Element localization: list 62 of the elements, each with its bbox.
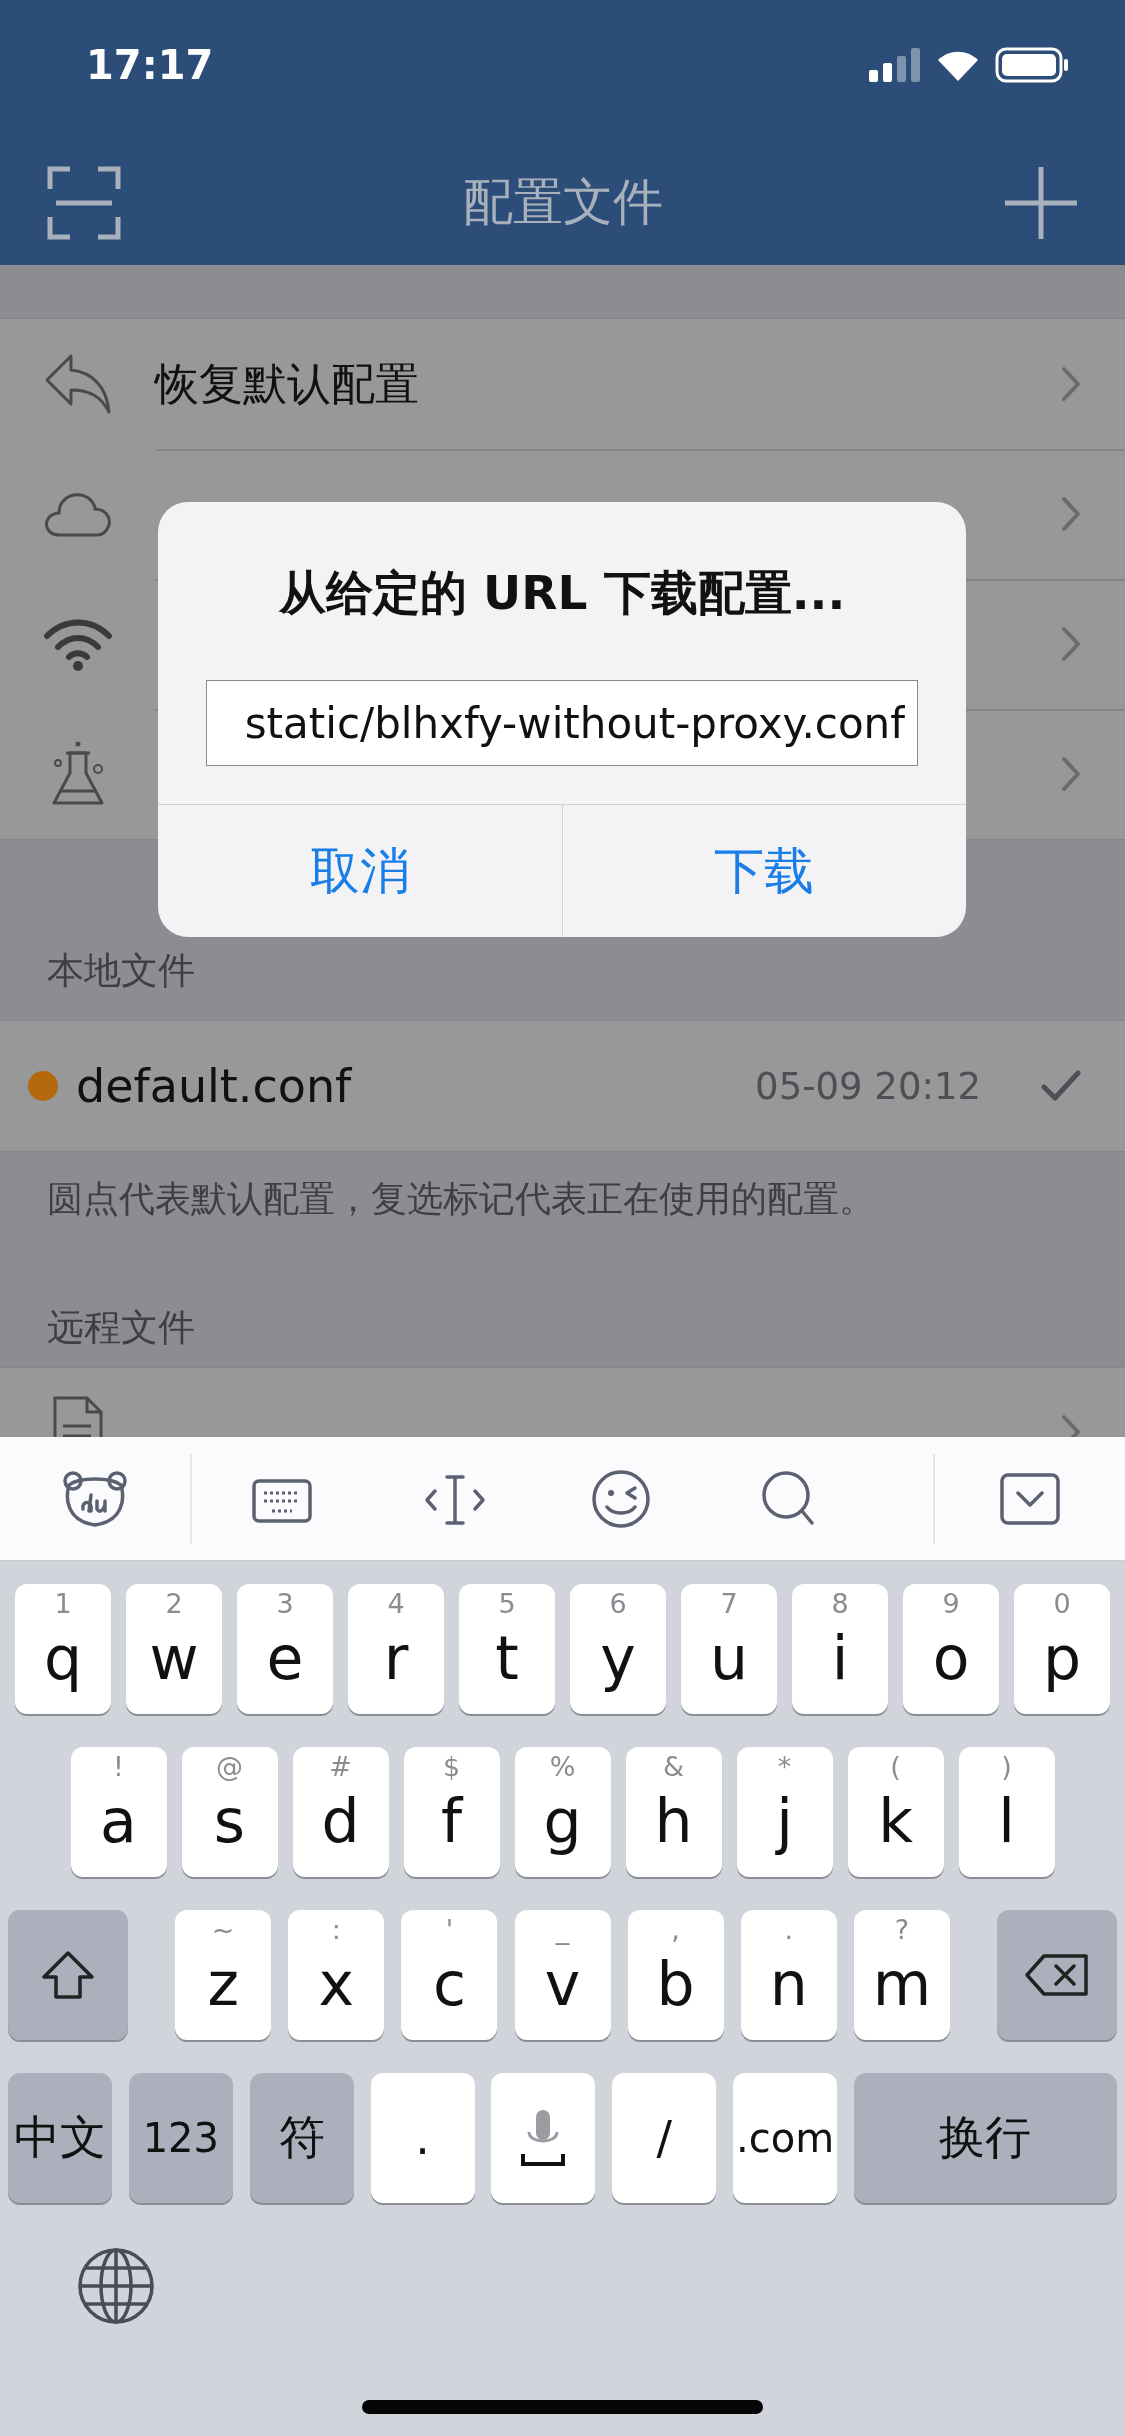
keyboard-key[interactable]: 换行	[853, 2073, 1117, 2203]
nav-title: 配置文件	[462, 172, 663, 233]
keyboard-key[interactable]: 9 o	[903, 1584, 999, 1714]
microphone-key[interactable]	[491, 2073, 596, 2203]
url-field[interactable]: static/blhxfy-without-proxy.conf	[206, 680, 918, 766]
keyboard-key[interactable]: .	[370, 2073, 475, 2203]
status-time: 17:17	[86, 42, 214, 88]
keyboard-key[interactable]: ~ z	[175, 1910, 272, 2040]
keyboard-key[interactable]: $ f	[403, 1747, 500, 1877]
keyboard-key[interactable]: , b	[627, 1910, 724, 2040]
file-name: default.conf	[76, 1059, 353, 1113]
keyboard-key[interactable]: : x	[288, 1910, 385, 2040]
keyboard-key[interactable]: 0 p	[1014, 1584, 1110, 1714]
keyboard-key[interactable]: # d	[292, 1747, 389, 1877]
battery-icon	[995, 47, 1069, 83]
keyboard-key[interactable]: 符	[249, 2073, 354, 2203]
keyboard-key[interactable]: 7 u	[681, 1584, 777, 1714]
keyboard-key[interactable]: ' c	[401, 1910, 498, 2040]
backspace-key[interactable]	[997, 1910, 1117, 2040]
keyboard-key[interactable]: ( k	[847, 1747, 944, 1877]
keyboard-key[interactable]: 6 y	[570, 1584, 666, 1714]
globe-icon[interactable]	[76, 2246, 156, 2326]
footer-note: 圆点代表默认配置，复选标记代表正在使用的配置。	[46, 1177, 876, 1221]
keyboard-key[interactable]: 3 e	[237, 1584, 333, 1714]
keyboard-key[interactable]: ) l	[958, 1747, 1055, 1877]
cellular-signal-icon	[869, 48, 921, 82]
file-time: 05-09 20:12	[755, 1064, 981, 1108]
keyboard-key[interactable]: . n	[740, 1910, 837, 2040]
keyboard-key[interactable]: 5 t	[459, 1584, 555, 1714]
keyboard-key[interactable]: /	[612, 2073, 717, 2203]
keyboard-key[interactable]: 123	[128, 2073, 233, 2203]
dialog-button[interactable]: 下载	[561, 805, 966, 937]
microphone-icon	[519, 2108, 568, 2168]
action-label[interactable]: 恢复默认配置	[155, 354, 1061, 414]
cloud-icon	[42, 491, 113, 537]
chevron-icon	[1061, 496, 1081, 532]
keyboard-key[interactable]: .com	[733, 2073, 838, 2203]
add-icon[interactable]	[1003, 164, 1079, 241]
chevron-icon	[1061, 626, 1081, 662]
section-header: 本地文件	[46, 948, 196, 994]
file-row[interactable]: default.conf 05-09 20:12	[0, 1020, 1125, 1152]
keyboard-key[interactable]: 1 q	[15, 1584, 111, 1714]
keyboard-key[interactable]: _ v	[514, 1910, 611, 2040]
keyboard-key[interactable]: ! a	[70, 1747, 167, 1877]
keyboard-key[interactable]: & h	[625, 1747, 722, 1877]
keyboard-key[interactable]: 4 r	[348, 1584, 444, 1714]
dialog-button[interactable]: 取消	[158, 805, 562, 937]
chevron-icon	[1061, 756, 1081, 792]
keyboard-key[interactable]: 2 w	[126, 1584, 222, 1714]
keyboard-key[interactable]: * j	[736, 1747, 833, 1877]
keyboard-key[interactable]: 8 i	[792, 1584, 888, 1714]
keyboard-key[interactable]: % g	[514, 1747, 611, 1877]
shift-arrow-icon	[40, 1949, 96, 2001]
shift-key[interactable]	[8, 1910, 128, 2040]
section-header: 远程文件	[46, 1305, 196, 1351]
chevron-icon	[1061, 366, 1081, 402]
keyboard-key[interactable]: ? m	[853, 1910, 950, 2040]
keyboard-key[interactable]: @ s	[181, 1747, 278, 1877]
scan-icon[interactable]	[46, 164, 122, 241]
keyboard-key[interactable]: 中文	[8, 2073, 112, 2203]
dialog-title: 从给定的 URL 下载配置...	[277, 564, 847, 622]
backspace-icon	[1024, 1953, 1090, 1997]
